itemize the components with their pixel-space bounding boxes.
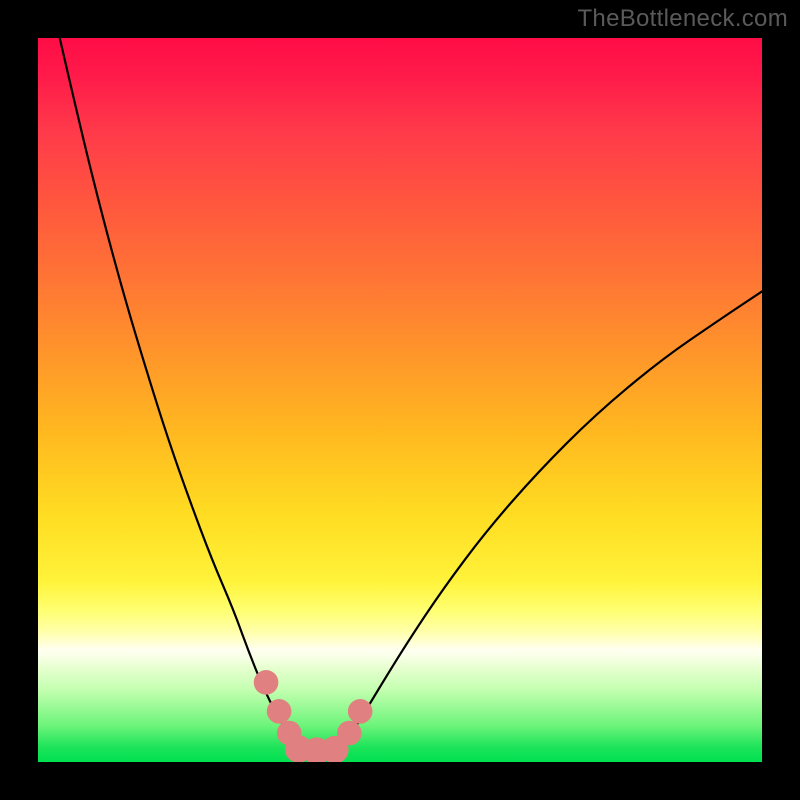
left-marker-2	[267, 699, 292, 724]
series-right-curve	[342, 291, 762, 747]
right-marker-2	[348, 699, 373, 724]
chart-frame: TheBottleneck.com	[0, 0, 800, 800]
curve-layer	[60, 38, 762, 752]
plot-area	[38, 38, 762, 762]
chart-svg	[38, 38, 762, 762]
watermark-text: TheBottleneck.com	[577, 5, 788, 33]
marker-layer	[254, 670, 373, 762]
series-left-curve	[60, 38, 299, 748]
right-marker-1	[337, 721, 362, 746]
left-marker-1	[254, 670, 279, 695]
